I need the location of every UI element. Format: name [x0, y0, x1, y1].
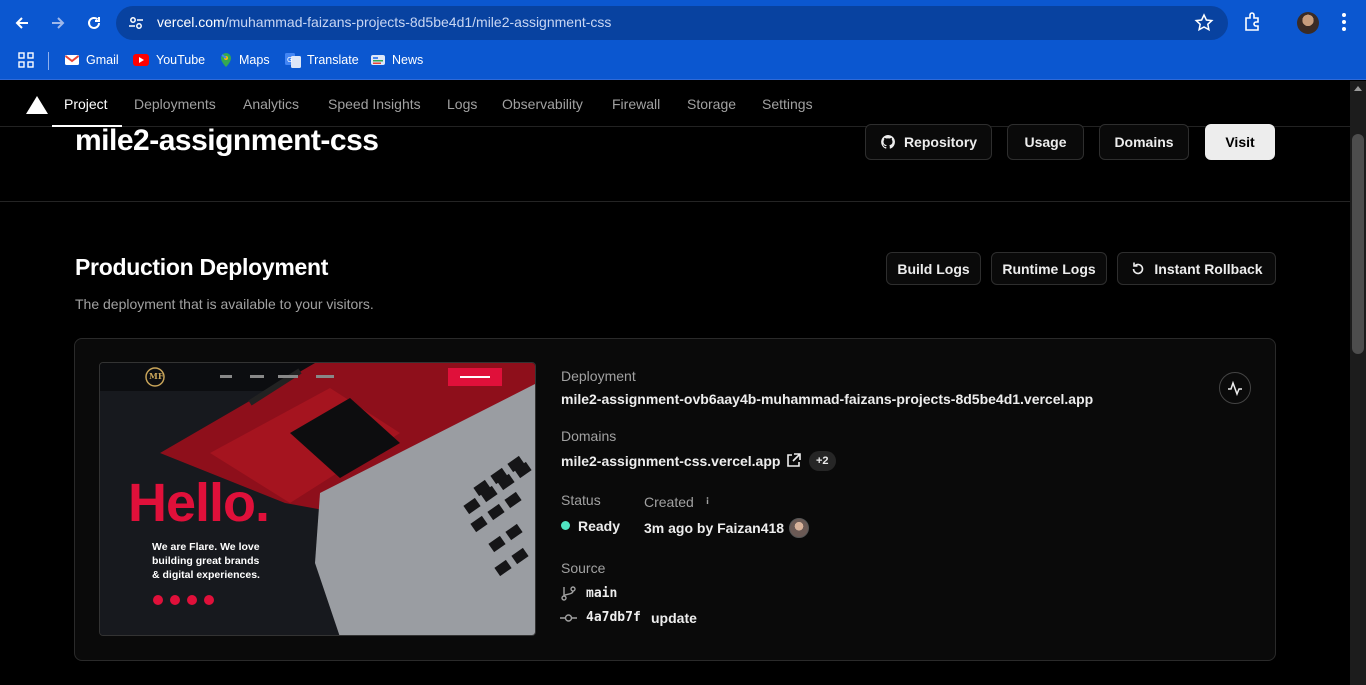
- preview-tagline-1: We are Flare. We love: [152, 541, 260, 553]
- info-icon[interactable]: [703, 496, 712, 505]
- preview-tagline-3: & digital experiences.: [152, 569, 260, 581]
- git-branch-icon: [561, 586, 576, 601]
- bookmark-maps[interactable]: Maps: [219, 49, 270, 71]
- preview-logo: MF: [149, 371, 164, 381]
- bookmark-label: YouTube: [156, 53, 206, 67]
- status-label: Status: [561, 492, 601, 508]
- scroll-up-arrow-icon[interactable]: [1354, 86, 1362, 91]
- domains-button[interactable]: Domains: [1099, 124, 1189, 160]
- apps-grid-icon[interactable]: [18, 52, 34, 68]
- browser-menu-icon[interactable]: [1337, 11, 1351, 33]
- deployment-url[interactable]: mile2-assignment-ovb6aay4b-muhammad-faiz…: [561, 391, 1093, 407]
- extensions-icon[interactable]: [1242, 11, 1264, 33]
- bookmark-label: Gmail: [86, 53, 119, 67]
- tab-analytics[interactable]: Analytics: [243, 96, 299, 112]
- svg-text:G: G: [287, 56, 292, 64]
- bookmark-translate[interactable]: G Translate: [285, 49, 359, 71]
- project-nav: Project Deployments Analytics Speed Insi…: [0, 81, 1350, 127]
- project-title: mile2-assignment-css: [75, 124, 379, 157]
- production-deployment-subtitle: The deployment that is available to your…: [75, 296, 374, 312]
- status-value: Ready: [578, 518, 621, 534]
- branch-name[interactable]: main: [586, 586, 617, 601]
- more-domains-badge[interactable]: +2: [809, 451, 836, 471]
- build-logs-label: Build Logs: [897, 260, 970, 277]
- activity-icon: [1228, 380, 1242, 396]
- preview-tagline-2: building great brands: [152, 555, 260, 567]
- tab-observability[interactable]: Observability: [502, 96, 583, 112]
- bookmark-news[interactable]: News: [370, 49, 423, 71]
- runtime-logs-button[interactable]: Runtime Logs: [991, 252, 1107, 285]
- tab-storage[interactable]: Storage: [687, 96, 736, 112]
- maps-icon: [221, 53, 231, 67]
- git-commit-icon: [560, 614, 577, 622]
- visit-button[interactable]: Visit: [1205, 124, 1275, 160]
- more-domains-count: +2: [816, 455, 829, 467]
- commit-hash[interactable]: 4a7db7f: [586, 610, 641, 625]
- tab-deployments[interactable]: Deployments: [134, 96, 216, 112]
- back-button[interactable]: [8, 9, 36, 37]
- bookmark-label: News: [392, 53, 424, 67]
- url-host: vercel.com: [157, 14, 225, 30]
- forward-arrow-icon: [52, 17, 65, 29]
- creator-avatar[interactable]: [789, 518, 809, 538]
- usage-button[interactable]: Usage: [1007, 124, 1084, 160]
- bookmarks-separator: [48, 52, 49, 70]
- reload-icon: [88, 16, 100, 29]
- preview-hello: Hello.: [128, 473, 270, 533]
- runtime-logs-label: Runtime Logs: [1002, 260, 1096, 277]
- instant-rollback-label: Instant Rollback: [1154, 260, 1263, 277]
- tab-settings[interactable]: Settings: [762, 96, 813, 112]
- forward-button[interactable]: [44, 9, 72, 37]
- address-bar[interactable]: vercel.com/muhammad-faizans-projects-8d5…: [116, 6, 1228, 40]
- url-path: /muhammad-faizans-projects-8d5be4d1/mile…: [224, 14, 612, 30]
- reload-button[interactable]: [80, 9, 108, 37]
- commit-message: update: [651, 610, 697, 626]
- bookmark-label: Maps: [239, 53, 270, 67]
- header-divider: [0, 201, 1350, 202]
- site-settings-icon[interactable]: [128, 15, 144, 31]
- domains-section-label: Domains: [561, 428, 617, 444]
- translate-icon: G: [285, 53, 301, 68]
- domains-label: Domains: [1114, 134, 1174, 150]
- tab-logs[interactable]: Logs: [447, 96, 477, 112]
- gmail-icon: [64, 55, 80, 65]
- visit-label: Visit: [1225, 134, 1255, 150]
- github-icon: [881, 135, 895, 149]
- scrollbar-thumb[interactable]: [1352, 134, 1364, 354]
- usage-label: Usage: [1024, 134, 1067, 150]
- source-label: Source: [561, 560, 606, 576]
- activity-monitor-button[interactable]: [1219, 372, 1251, 404]
- back-arrow-icon: [15, 17, 28, 29]
- bookmark-gmail[interactable]: Gmail: [64, 49, 119, 71]
- created-value: 3m ago by Faizan418: [644, 520, 785, 536]
- build-logs-button[interactable]: Build Logs: [886, 252, 981, 285]
- profile-avatar[interactable]: [1297, 12, 1319, 34]
- created-label: Created: [644, 494, 694, 510]
- repository-button[interactable]: Repository: [865, 124, 992, 160]
- status-dot: [561, 521, 570, 530]
- production-deployment-title: Production Deployment: [75, 254, 329, 280]
- news-icon: [371, 55, 385, 65]
- bookmark-star-icon[interactable]: [1194, 13, 1214, 33]
- domain-link[interactable]: mile2-assignment-css.vercel.app: [561, 453, 780, 469]
- browser-toolbar: vercel.com/muhammad-faizans-projects-8d5…: [0, 0, 1366, 46]
- youtube-icon: [133, 54, 149, 66]
- tab-speed-insights[interactable]: Speed Insights: [328, 96, 421, 112]
- deployment-preview[interactable]: MF Hello. We are Flare. We love building…: [99, 362, 536, 636]
- tab-project[interactable]: Project: [64, 96, 108, 112]
- external-link-icon[interactable]: [786, 453, 801, 468]
- bookmark-label: Translate: [307, 53, 359, 67]
- tab-firewall[interactable]: Firewall: [612, 96, 660, 112]
- url-text: vercel.com/muhammad-faizans-projects-8d5…: [157, 14, 611, 30]
- bookmark-youtube[interactable]: YouTube: [132, 49, 205, 71]
- vercel-logo-icon[interactable]: [26, 96, 48, 114]
- rollback-icon: [1133, 262, 1144, 274]
- instant-rollback-button[interactable]: Instant Rollback: [1117, 252, 1276, 285]
- deployment-label: Deployment: [561, 368, 636, 384]
- repository-label: Repository: [903, 134, 978, 150]
